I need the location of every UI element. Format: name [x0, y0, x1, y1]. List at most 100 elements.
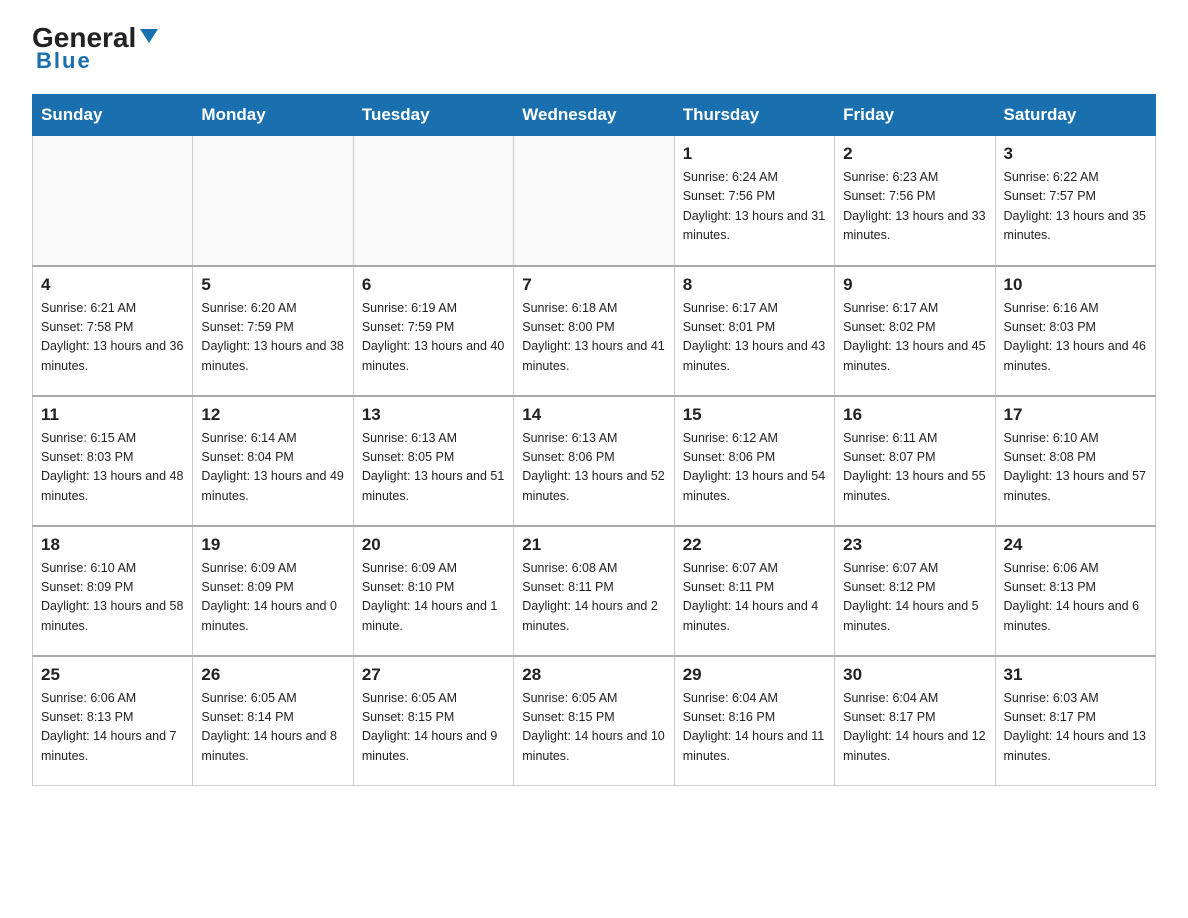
page-header: General Blue: [32, 24, 1156, 74]
calendar-cell: 22 Sunrise: 6:07 AMSunset: 8:11 PMDayligh…: [674, 526, 834, 656]
day-number: 27: [362, 665, 505, 685]
calendar-cell: 15 Sunrise: 6:12 AMSunset: 8:06 PMDayligh…: [674, 396, 834, 526]
day-number: 13: [362, 405, 505, 425]
day-info: Sunrise: 6:19 AMSunset: 7:59 PMDaylight:…: [362, 299, 505, 377]
day-info: Sunrise: 6:21 AMSunset: 7:58 PMDaylight:…: [41, 299, 184, 377]
day-info: Sunrise: 6:04 AMSunset: 8:16 PMDaylight:…: [683, 689, 826, 767]
day-info: Sunrise: 6:06 AMSunset: 8:13 PMDaylight:…: [1004, 559, 1147, 637]
calendar-cell: [514, 136, 674, 266]
day-info: Sunrise: 6:18 AMSunset: 8:00 PMDaylight:…: [522, 299, 665, 377]
day-info: Sunrise: 6:09 AMSunset: 8:10 PMDaylight:…: [362, 559, 505, 637]
calendar-cell: 30 Sunrise: 6:04 AMSunset: 8:17 PMDayligh…: [835, 656, 995, 786]
day-info: Sunrise: 6:05 AMSunset: 8:15 PMDaylight:…: [362, 689, 505, 767]
calendar-cell: 13 Sunrise: 6:13 AMSunset: 8:05 PMDayligh…: [353, 396, 513, 526]
calendar-cell: 2 Sunrise: 6:23 AMSunset: 7:56 PMDaylight…: [835, 136, 995, 266]
day-number: 6: [362, 275, 505, 295]
calendar-cell: 7Sunrise: 6:18 AMSunset: 8:00 PMDaylight…: [514, 266, 674, 396]
day-number: 18: [41, 535, 184, 555]
day-info: Sunrise: 6:13 AMSunset: 8:06 PMDaylight:…: [522, 429, 665, 507]
calendar-table: SundayMondayTuesdayWednesdayThursdayFrid…: [32, 94, 1156, 786]
calendar-cell: 21Sunrise: 6:08 AMSunset: 8:11 PMDayligh…: [514, 526, 674, 656]
day-info: Sunrise: 6:05 AMSunset: 8:15 PMDaylight:…: [522, 689, 665, 767]
day-number: 25: [41, 665, 184, 685]
day-info: Sunrise: 6:24 AMSunset: 7:56 PMDaylight:…: [683, 168, 826, 246]
day-info: Sunrise: 6:17 AMSunset: 8:02 PMDaylight:…: [843, 299, 986, 377]
calendar-cell: 8 Sunrise: 6:17 AMSunset: 8:01 PMDaylight…: [674, 266, 834, 396]
day-number: 23: [843, 535, 986, 555]
calendar-cell: 6 Sunrise: 6:19 AMSunset: 7:59 PMDaylight…: [353, 266, 513, 396]
calendar-week-row: 25 Sunrise: 6:06 AMSunset: 8:13 PMDayligh…: [33, 656, 1156, 786]
day-number: 2: [843, 144, 986, 164]
calendar-week-row: 11 Sunrise: 6:15 AMSunset: 8:03 PMDayligh…: [33, 396, 1156, 526]
logo-blue: Blue: [32, 48, 92, 74]
day-number: 28: [522, 665, 665, 685]
weekday-header-thursday: Thursday: [674, 95, 834, 136]
day-number: 9: [843, 275, 986, 295]
day-number: 31: [1004, 665, 1147, 685]
calendar-cell: 27 Sunrise: 6:05 AMSunset: 8:15 PMDayligh…: [353, 656, 513, 786]
weekday-header-friday: Friday: [835, 95, 995, 136]
calendar-cell: 24Sunrise: 6:06 AMSunset: 8:13 PMDayligh…: [995, 526, 1155, 656]
day-info: Sunrise: 6:15 AMSunset: 8:03 PMDaylight:…: [41, 429, 184, 507]
day-info: Sunrise: 6:05 AMSunset: 8:14 PMDaylight:…: [201, 689, 344, 767]
day-info: Sunrise: 6:20 AMSunset: 7:59 PMDaylight:…: [201, 299, 344, 377]
day-number: 3: [1004, 144, 1147, 164]
calendar-cell: 1 Sunrise: 6:24 AMSunset: 7:56 PMDaylight…: [674, 136, 834, 266]
logo-arrow-icon: [138, 25, 160, 47]
day-number: 26: [201, 665, 344, 685]
day-info: Sunrise: 6:09 AMSunset: 8:09 PMDaylight:…: [201, 559, 344, 637]
day-info: Sunrise: 6:17 AMSunset: 8:01 PMDaylight:…: [683, 299, 826, 377]
day-number: 29: [683, 665, 826, 685]
day-number: 30: [843, 665, 986, 685]
weekday-header-tuesday: Tuesday: [353, 95, 513, 136]
calendar-cell: 3 Sunrise: 6:22 AMSunset: 7:57 PMDaylight…: [995, 136, 1155, 266]
day-info: Sunrise: 6:06 AMSunset: 8:13 PMDaylight:…: [41, 689, 184, 767]
day-info: Sunrise: 6:12 AMSunset: 8:06 PMDaylight:…: [683, 429, 826, 507]
calendar-cell: [193, 136, 353, 266]
day-number: 22: [683, 535, 826, 555]
calendar-week-row: 18 Sunrise: 6:10 AMSunset: 8:09 PMDayligh…: [33, 526, 1156, 656]
day-info: Sunrise: 6:10 AMSunset: 8:08 PMDaylight:…: [1004, 429, 1147, 507]
calendar-cell: 26 Sunrise: 6:05 AMSunset: 8:14 PMDayligh…: [193, 656, 353, 786]
day-number: 14: [522, 405, 665, 425]
calendar-cell: 10Sunrise: 6:16 AMSunset: 8:03 PMDayligh…: [995, 266, 1155, 396]
day-info: Sunrise: 6:07 AMSunset: 8:12 PMDaylight:…: [843, 559, 986, 637]
calendar-cell: 5Sunrise: 6:20 AMSunset: 7:59 PMDaylight…: [193, 266, 353, 396]
day-number: 19: [201, 535, 344, 555]
calendar-cell: 20Sunrise: 6:09 AMSunset: 8:10 PMDayligh…: [353, 526, 513, 656]
day-info: Sunrise: 6:23 AMSunset: 7:56 PMDaylight:…: [843, 168, 986, 246]
weekday-header-monday: Monday: [193, 95, 353, 136]
day-number: 12: [201, 405, 344, 425]
calendar-cell: 16 Sunrise: 6:11 AMSunset: 8:07 PMDayligh…: [835, 396, 995, 526]
day-number: 17: [1004, 405, 1147, 425]
day-info: Sunrise: 6:07 AMSunset: 8:11 PMDaylight:…: [683, 559, 826, 637]
day-info: Sunrise: 6:11 AMSunset: 8:07 PMDaylight:…: [843, 429, 986, 507]
calendar-cell: 29 Sunrise: 6:04 AMSunset: 8:16 PMDayligh…: [674, 656, 834, 786]
calendar-cell: 11 Sunrise: 6:15 AMSunset: 8:03 PMDayligh…: [33, 396, 193, 526]
calendar-cell: 14 Sunrise: 6:13 AMSunset: 8:06 PMDayligh…: [514, 396, 674, 526]
day-info: Sunrise: 6:10 AMSunset: 8:09 PMDaylight:…: [41, 559, 184, 637]
day-number: 4: [41, 275, 184, 295]
calendar-cell: [353, 136, 513, 266]
day-info: Sunrise: 6:03 AMSunset: 8:17 PMDaylight:…: [1004, 689, 1147, 767]
day-info: Sunrise: 6:14 AMSunset: 8:04 PMDaylight:…: [201, 429, 344, 507]
calendar-cell: 19 Sunrise: 6:09 AMSunset: 8:09 PMDayligh…: [193, 526, 353, 656]
calendar-cell: 4 Sunrise: 6:21 AMSunset: 7:58 PMDaylight…: [33, 266, 193, 396]
day-number: 11: [41, 405, 184, 425]
day-number: 1: [683, 144, 826, 164]
calendar-cell: 23 Sunrise: 6:07 AMSunset: 8:12 PMDayligh…: [835, 526, 995, 656]
calendar-week-row: 4 Sunrise: 6:21 AMSunset: 7:58 PMDaylight…: [33, 266, 1156, 396]
weekday-header-saturday: Saturday: [995, 95, 1155, 136]
calendar-cell: 12 Sunrise: 6:14 AMSunset: 8:04 PMDayligh…: [193, 396, 353, 526]
calendar-cell: [33, 136, 193, 266]
day-info: Sunrise: 6:13 AMSunset: 8:05 PMDaylight:…: [362, 429, 505, 507]
calendar-cell: 18 Sunrise: 6:10 AMSunset: 8:09 PMDayligh…: [33, 526, 193, 656]
day-number: 15: [683, 405, 826, 425]
weekday-header-sunday: Sunday: [33, 95, 193, 136]
day-number: 8: [683, 275, 826, 295]
day-info: Sunrise: 6:08 AMSunset: 8:11 PMDaylight:…: [522, 559, 665, 637]
day-info: Sunrise: 6:22 AMSunset: 7:57 PMDaylight:…: [1004, 168, 1147, 246]
day-number: 16: [843, 405, 986, 425]
day-info: Sunrise: 6:04 AMSunset: 8:17 PMDaylight:…: [843, 689, 986, 767]
calendar-cell: 9 Sunrise: 6:17 AMSunset: 8:02 PMDaylight…: [835, 266, 995, 396]
